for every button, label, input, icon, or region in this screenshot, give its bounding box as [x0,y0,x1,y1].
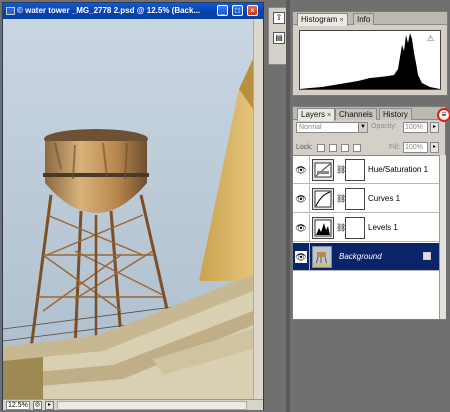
fill-field[interactable]: 100% [403,142,428,153]
eye-cell-divider [309,185,310,213]
levels-adjustment-icon[interactable] [312,217,334,239]
water-tower-photo [3,19,253,399]
lock-all-checkbox[interactable] [353,144,361,152]
layer-name: Levels 1 [368,223,398,232]
layer-mask-thumbnail[interactable] [345,217,365,239]
lock-transparent-pixels-checkbox[interactable] [317,144,325,152]
visibility-eye-icon[interactable]: 👁 [295,164,307,176]
visibility-eye-icon[interactable]: 👁 [295,222,307,234]
layer-list: 👁 ⛓ Hue/Saturation 1 👁 ⛓ Curves 1 👁 ⛓ Le… [293,155,439,319]
horizontal-scrollbar[interactable] [57,401,247,410]
eye-cell-divider [309,156,310,184]
dock-divider[interactable] [286,0,290,412]
layer-name: Hue/Saturation 1 [368,165,429,174]
layer-row-background[interactable]: 👁 Background [293,243,439,271]
document-window: © water tower _MG_2778 2.psd @ 12.5% (Ba… [2,2,264,410]
lock-icon [423,252,431,260]
photoshop-document-icon [6,7,15,15]
panel-menu-icon[interactable]: ≡ [437,108,450,122]
lock-position-checkbox[interactable] [341,144,349,152]
layer-name: Curves 1 [368,194,401,203]
document-title: © water tower _MG_2778 2.psd @ 12.5% (Ba… [17,6,201,15]
tab-info[interactable]: Info [353,13,375,25]
layers-tab-bar: Layers × Channels History [293,107,445,121]
tab-channels[interactable]: Channels [335,108,377,120]
histogram-tab-bar: Histogram × Info [293,12,447,26]
minimize-button[interactable]: _ [217,5,228,16]
chevron-down-icon: ▼ [358,123,367,132]
tab-histogram[interactable]: Histogram × [297,13,348,26]
eye-cell-divider [309,214,310,242]
tab-layers[interactable]: Layers × [297,108,336,121]
status-info-icon[interactable]: ◎ [33,401,42,410]
layer-row-curves[interactable]: 👁 ⛓ Curves 1 [293,185,439,213]
histogram-panel: Histogram × Info ⚠ [292,11,448,96]
visibility-eye-icon[interactable]: 👁 [295,251,307,263]
vertical-scrollbar[interactable] [253,19,263,399]
curves-adjustment-icon[interactable] [312,188,334,210]
zoom-level-field[interactable]: 12.5% [6,401,30,410]
navigator-icon[interactable]: ⇧ [273,12,285,24]
opacity-slider-arrow-icon[interactable]: ▸ [430,122,439,133]
opacity-field[interactable]: 100% [403,122,428,133]
tab-history[interactable]: History [379,108,412,120]
document-status-bar: 12.5% ◎ ▸ [3,399,263,410]
photoshop-workspace: © water tower _MG_2778 2.psd @ 12.5% (Ba… [0,0,450,412]
image-canvas[interactable] [3,19,253,399]
layer-row-hue-saturation[interactable]: 👁 ⛓ Hue/Saturation 1 [293,156,439,184]
eye-cell-divider [309,243,310,271]
cache-warning-icon[interactable]: ⚠ [427,34,434,43]
lock-image-pixels-checkbox[interactable] [329,144,337,152]
close-button[interactable]: × [247,5,258,16]
histogram-graph [299,30,441,90]
lock-label: Lock: [296,144,313,151]
layer-row-levels[interactable]: 👁 ⛓ Levels 1 [293,214,439,242]
layers-scrollbar[interactable] [439,155,446,319]
background-layer-thumbnail[interactable] [312,246,332,268]
collapsed-panel-strip: ⇧ ▤ [268,7,288,65]
layer-mask-thumbnail[interactable] [345,159,365,181]
tool-presets-icon[interactable]: ▤ [273,32,285,44]
hue-saturation-adjustment-icon[interactable] [312,159,334,181]
status-menu-arrow-icon[interactable]: ▸ [45,401,54,410]
fill-label: Fill: [389,144,400,151]
layer-mask-thumbnail[interactable] [345,188,365,210]
maximize-button[interactable]: □ [232,5,243,16]
histogram-curve [300,33,440,89]
opacity-label: Opacity: [371,123,397,130]
blend-mode-select[interactable]: Normal ▼ [296,122,368,133]
fill-slider-arrow-icon[interactable]: ▸ [430,142,439,153]
visibility-eye-icon[interactable]: 👁 [295,193,307,205]
layer-name: Background [339,252,382,261]
layers-panel: Layers × Channels History Normal ▼ Opacity… [292,106,446,320]
